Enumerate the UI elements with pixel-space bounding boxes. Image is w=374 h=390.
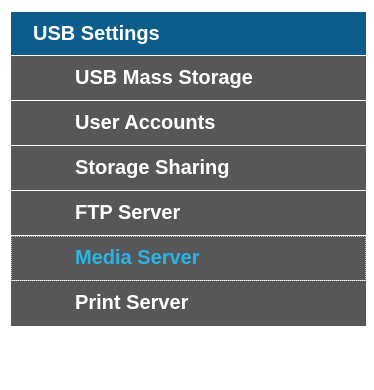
menu-item-user-accounts[interactable]: User Accounts xyxy=(11,101,366,146)
menu-item-media-server[interactable]: Media Server xyxy=(11,236,366,281)
menu-item-storage-sharing[interactable]: Storage Sharing xyxy=(11,146,366,191)
menu-item-usb-mass-storage[interactable]: USB Mass Storage xyxy=(11,56,366,101)
menu-item-print-server[interactable]: Print Server xyxy=(11,281,366,326)
menu-item-ftp-server[interactable]: FTP Server xyxy=(11,191,366,236)
usb-settings-header[interactable]: USB Settings xyxy=(11,12,366,56)
usb-settings-menu: USB Settings USB Mass Storage User Accou… xyxy=(11,12,366,326)
